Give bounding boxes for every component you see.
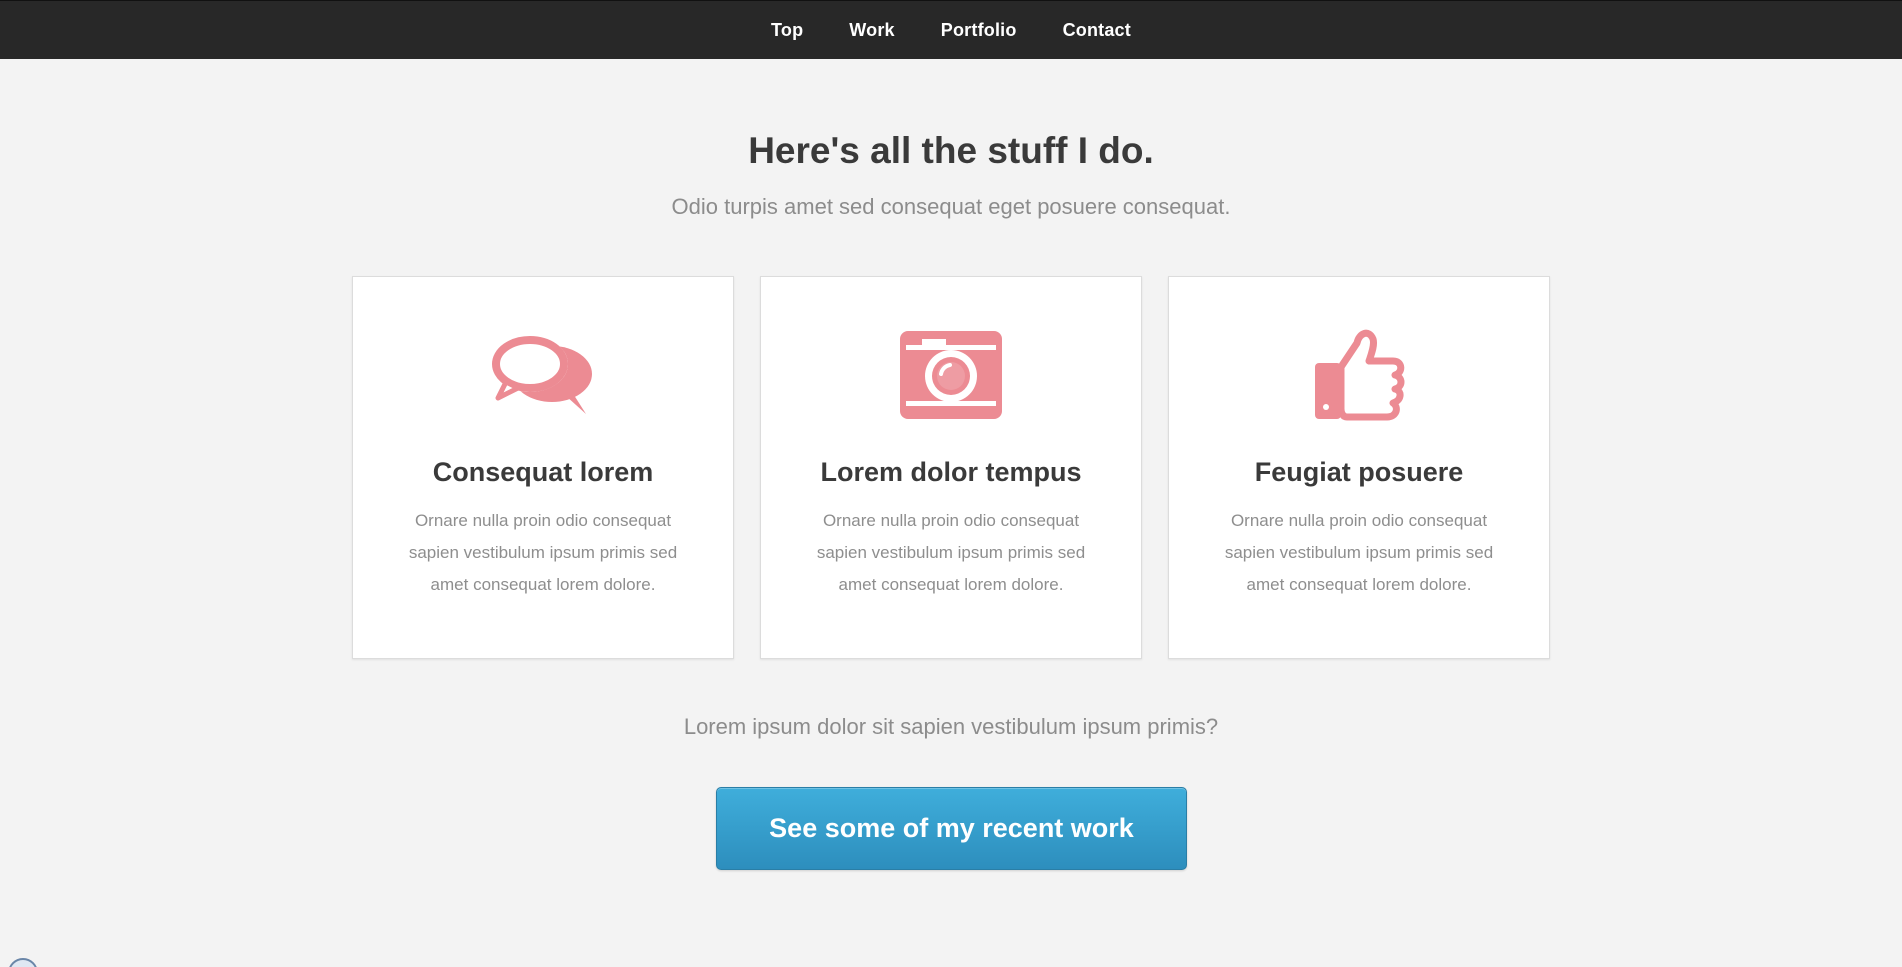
cta-prompt-text: Lorem ipsum dolor sit sapien vestibulum … (683, 714, 1219, 739)
card-text: Ornare nulla proin odio consequat sapien… (1224, 511, 1494, 594)
card-title: Consequat lorem (432, 457, 654, 487)
nav-link-contact[interactable]: Contact (1040, 20, 1154, 41)
nav-link-top[interactable]: Top (748, 20, 826, 41)
card-text: Ornare nulla proin odio consequat sapien… (408, 511, 678, 594)
feature-card-consequat-lorem: Consequat lorem Ornare nulla proin odio … (352, 276, 734, 659)
speech-bubbles-icon (353, 325, 733, 425)
card-text: Ornare nulla proin odio consequat sapien… (816, 511, 1086, 594)
nav-link-work[interactable]: Work (826, 20, 917, 41)
nav-links: Top Work Portfolio Contact (0, 1, 1902, 60)
card-title: Feugiat posuere (1254, 457, 1464, 487)
thumbs-up-icon (1169, 325, 1549, 425)
feature-card-lorem-dolor-tempus: Lorem dolor tempus Ornare nulla proin od… (760, 276, 1142, 659)
camera-icon (761, 325, 1141, 425)
nav-link-portfolio[interactable]: Portfolio (918, 20, 1040, 41)
section-title: Here's all the stuff I do. (748, 130, 1154, 171)
section-subtitle: Odio turpis amet sed consequat eget posu… (671, 194, 1231, 219)
top-nav-bar: Top Work Portfolio Contact (0, 0, 1902, 59)
see-recent-work-button[interactable]: See some of my recent work (716, 787, 1187, 870)
feature-cards: Consequat lorem Ornare nulla proin odio … (352, 276, 1552, 660)
work-section: Here's all the stuff I do. Odio turpis a… (0, 59, 1902, 967)
feature-card-feugiat-posuere: Feugiat posuere Ornare nulla proin odio … (1168, 276, 1550, 659)
card-title: Lorem dolor tempus (820, 457, 1082, 487)
